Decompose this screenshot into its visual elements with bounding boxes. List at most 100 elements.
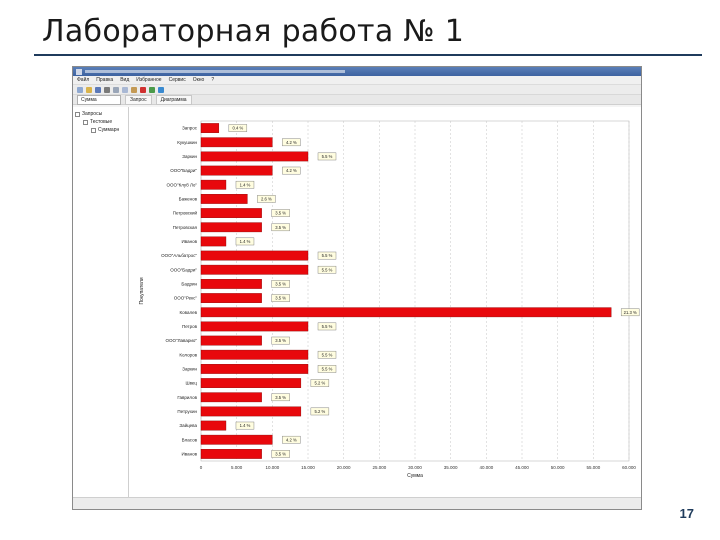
print-icon[interactable] (104, 86, 110, 93)
menu-favorites[interactable]: Избранное (136, 77, 161, 83)
data-label: 4.2 % (286, 140, 297, 145)
category-label: ООО"Бадри" (170, 168, 197, 173)
category-label: Петрухин (177, 409, 197, 414)
x-tick-label: 35.000 (444, 465, 458, 470)
x-tick-label: 5.000 (231, 465, 243, 470)
title-underline (34, 54, 702, 56)
bar (200, 264, 309, 275)
bar (200, 250, 309, 261)
data-label: 5.5 % (322, 367, 333, 372)
expand-icon[interactable] (83, 119, 88, 125)
tree-item[interactable]: Суммарн (75, 126, 126, 134)
bar (200, 194, 248, 204)
aggregate-select[interactable]: Сумма (77, 94, 121, 105)
category-label: Бадрин (181, 282, 197, 287)
bar (200, 335, 262, 346)
status-bar (73, 497, 641, 509)
data-label: 3.5 % (275, 296, 286, 301)
bar (200, 151, 309, 162)
tree-item-label: Запросы (82, 111, 103, 117)
x-tick-label: 40.000 (479, 465, 493, 470)
bar (200, 137, 273, 148)
save-icon[interactable] (95, 86, 101, 93)
paste-icon[interactable] (131, 86, 137, 93)
bar (200, 236, 227, 247)
category-label: Иванов (182, 452, 198, 457)
chart-node-icon (91, 127, 96, 133)
data-label: 0.4 % (232, 126, 243, 131)
slide-title: Лабораторная работа № 1 (42, 14, 465, 49)
tab-chart[interactable]: Диаграмма (155, 94, 192, 105)
app-window: Файл Правка Вид Избранное Сервис Окно ? … (72, 66, 642, 510)
menu-view[interactable]: Вид (120, 77, 129, 83)
category-label: Зайцева (179, 422, 197, 428)
category-label: Кукушкин (177, 140, 197, 145)
bar (200, 349, 309, 360)
tab-strip: Сумма Запрос Диаграмма (73, 94, 641, 105)
category-label: Заркин (182, 367, 197, 372)
cut-icon[interactable] (113, 86, 119, 93)
chart-icon[interactable] (149, 86, 155, 93)
x-tick-label: 0 (200, 465, 203, 470)
bar-chart: 0 5.000 10.000 15.000 20.000 25.000 30.000 35.0… (139, 120, 640, 479)
data-label: 5.2 % (315, 381, 326, 386)
bar (200, 434, 273, 445)
y-axis-title: Покупатели (139, 277, 145, 304)
category-label: Петров (182, 324, 198, 329)
category-label: ООО"Рекс" (174, 296, 198, 301)
menu-edit[interactable]: Правка (96, 77, 113, 83)
bar (200, 420, 227, 431)
x-tick-label: 30.000 (408, 465, 422, 470)
x-tick-label: 45.000 (515, 465, 529, 470)
data-label: 5.5 % (322, 352, 333, 357)
data-label: 5.5 % (322, 267, 333, 272)
data-label: 1.4 % (240, 182, 251, 187)
data-label: 5.2 % (315, 409, 326, 414)
category-label: Власов (182, 437, 198, 442)
bar (200, 378, 302, 388)
bar (200, 321, 309, 332)
copy-icon[interactable] (122, 86, 128, 93)
menu-window[interactable]: Окно (193, 77, 205, 83)
bar (200, 293, 262, 303)
category-label: Петровская (173, 225, 198, 230)
expand-icon[interactable] (75, 111, 80, 117)
data-label: 3.5 % (275, 452, 286, 457)
bar (200, 449, 262, 459)
window-title-text (85, 70, 345, 73)
menu-file[interactable]: Файл (77, 77, 89, 83)
data-label: 3.5 % (275, 282, 286, 287)
data-label: 4.2 % (286, 168, 297, 173)
app-icon (76, 68, 82, 75)
category-label: Гаврилов (177, 395, 197, 400)
category-label: Швец (185, 381, 197, 386)
chart-pane: 0 5.000 10.000 15.000 20.000 25.000 30.000 35.0… (129, 107, 641, 497)
category-label: Колоров (179, 352, 197, 357)
tab-query[interactable]: Запрос (125, 94, 152, 105)
x-axis-title: Сумма (407, 473, 423, 479)
menu-help[interactable]: ? (211, 77, 214, 83)
category-label: Петровский (173, 210, 198, 216)
data-label: 5.5 % (322, 154, 333, 159)
data-label: 3.5 % (275, 225, 286, 230)
bar (200, 406, 302, 417)
tree-item[interactable]: Тестовые (75, 118, 126, 126)
x-tick-label: 50.000 (551, 465, 565, 470)
run-icon[interactable] (140, 86, 146, 93)
menu-tools[interactable]: Сервис (169, 77, 186, 83)
category-label: Заркин (182, 154, 197, 159)
data-label: 3.5 % (275, 395, 286, 400)
category-label: Иванов (182, 239, 198, 244)
open-icon[interactable] (86, 86, 92, 93)
data-label: 21.3 % (624, 310, 637, 315)
bar (200, 279, 262, 289)
window-titlebar (73, 67, 641, 76)
workspace: Запросы Тестовые Суммарн 0 5.000 10.000 15.… (73, 107, 641, 497)
refresh-icon[interactable] (158, 86, 164, 93)
bar (200, 165, 273, 176)
new-icon[interactable] (77, 86, 83, 93)
category-label: ООО"Бадри" (170, 267, 197, 272)
bar (200, 123, 220, 133)
data-label: 3.5 % (275, 338, 286, 343)
tree-item[interactable]: Запросы (75, 110, 126, 118)
